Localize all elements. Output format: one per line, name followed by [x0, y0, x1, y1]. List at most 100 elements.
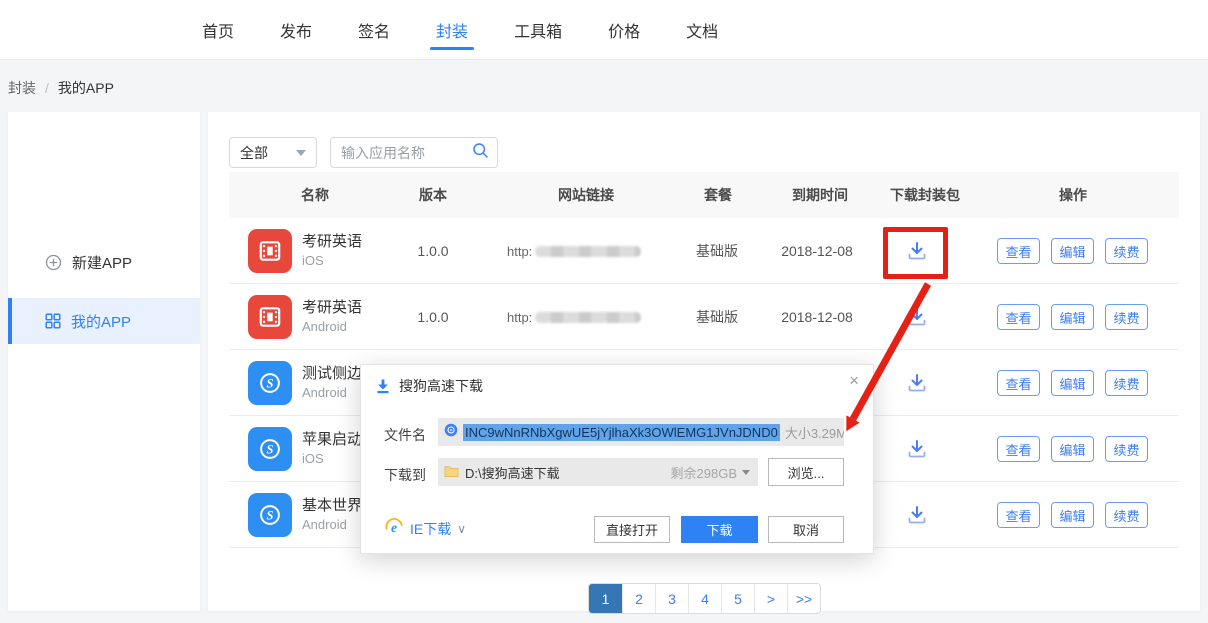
dialog-title: 搜狗高速下载	[399, 376, 483, 396]
edit-button[interactable]: 编辑	[1051, 238, 1094, 264]
row-actions: 查看 编辑 续费	[997, 502, 1148, 528]
cancel-button[interactable]: 取消	[768, 516, 844, 543]
page-button-1[interactable]: 1	[589, 584, 622, 613]
nav-item-price[interactable]: 价格	[608, 0, 640, 59]
download-package-button[interactable]	[905, 305, 929, 329]
sogou-app-icon: S	[248, 361, 292, 405]
nav-item-package[interactable]: 封装	[436, 0, 468, 59]
view-button[interactable]: 查看	[997, 304, 1040, 330]
column-header-package: 套餐	[704, 172, 732, 218]
link-scheme: http:	[507, 310, 532, 325]
filename-selected-text: INC9wNnRNbXgwUE5jYjlhaXk3OWlEMG1JVnJDND0	[463, 424, 780, 441]
close-icon[interactable]: ×	[849, 372, 859, 389]
column-header-name: 名称	[301, 172, 329, 218]
browse-button[interactable]: 浏览...	[768, 458, 844, 486]
sogou-app-icon: S	[248, 427, 292, 471]
link-scheme: http:	[507, 244, 532, 259]
app-name: 苹果启动	[302, 430, 362, 450]
app-name: 考研英语	[302, 232, 362, 252]
nav-item-publish[interactable]: 发布	[280, 0, 312, 59]
plan-name: 基础版	[696, 284, 738, 350]
website-link: http:	[507, 218, 641, 284]
sidebar-item-label: 我的APP	[71, 311, 131, 332]
nav-item-sign[interactable]: 签名	[358, 0, 390, 59]
page-button-4[interactable]: 4	[688, 584, 721, 613]
download-button[interactable]: 下载	[681, 516, 758, 543]
download-package-button[interactable]	[905, 503, 929, 527]
app-name: 考研英语	[302, 298, 362, 318]
row-actions: 查看 编辑 续费	[997, 436, 1148, 462]
download-package-button[interactable]	[905, 371, 929, 395]
sidebar-item-label: 新建APP	[72, 252, 132, 273]
app-name: 测试侧边	[302, 364, 362, 384]
filename-input[interactable]: INC9wNnRNbXgwUE5jYjlhaXk3OWlEMG1JVnJDND0…	[438, 418, 844, 446]
edit-button[interactable]: 编辑	[1051, 436, 1094, 462]
nav-item-label: 工具箱	[514, 18, 562, 42]
ie-icon: e	[384, 517, 404, 540]
view-button[interactable]: 查看	[997, 370, 1040, 396]
column-header-version: 版本	[419, 172, 447, 218]
nav-item-label: 价格	[608, 18, 640, 42]
annotation-red-box	[883, 227, 948, 279]
pagination: 1 2 3 4 5 > >>	[588, 583, 821, 614]
edit-button[interactable]: 编辑	[1051, 502, 1094, 528]
open-directly-button[interactable]: 直接打开	[594, 516, 670, 543]
row-actions: 查看 编辑 续费	[997, 238, 1148, 264]
search-box	[330, 137, 498, 168]
svg-text:e: e	[391, 520, 397, 535]
page-button-2[interactable]: 2	[622, 584, 655, 613]
edit-button[interactable]: 编辑	[1051, 370, 1094, 396]
breadcrumb-current: 我的APP	[58, 78, 114, 98]
renew-button[interactable]: 续费	[1105, 370, 1148, 396]
sogou-app-icon: S	[248, 493, 292, 537]
nav-item-docs[interactable]: 文档	[686, 0, 718, 59]
film-app-icon	[248, 229, 292, 273]
expiry-date: 2018-12-08	[781, 284, 853, 350]
search-icon[interactable]	[472, 142, 489, 164]
column-header-link: 网站链接	[558, 172, 614, 218]
sidebar-item-my-app[interactable]: 我的APP	[8, 298, 200, 344]
renew-button[interactable]: 续费	[1105, 304, 1148, 330]
page-button-5[interactable]: 5	[721, 584, 754, 613]
destination-label: 下载到	[384, 465, 426, 485]
renew-button[interactable]: 续费	[1105, 436, 1148, 462]
row-actions: 查看 编辑 续费	[997, 370, 1148, 396]
dialog-title-bar: 搜狗高速下载	[375, 376, 483, 396]
app-root: 首页 发布 签名 封装 工具箱 价格 文档 封装 / 我的APP 新建APP 我…	[0, 0, 1208, 623]
breadcrumb-package-link[interactable]: 封装	[8, 78, 36, 98]
app-name-block: 基本世界 Android	[302, 496, 362, 534]
destination-dropdown[interactable]: D:\搜狗高速下载 剩余298GB	[438, 458, 758, 486]
next-page-button[interactable]: >	[754, 584, 787, 613]
nav-item-home[interactable]: 首页	[202, 0, 234, 59]
edit-button[interactable]: 编辑	[1051, 304, 1094, 330]
app-platform: Android	[302, 516, 362, 534]
film-app-icon	[248, 295, 292, 339]
page-button-3[interactable]: 3	[655, 584, 688, 613]
breadcrumb: 封装 / 我的APP	[8, 78, 114, 98]
blurred-url	[535, 312, 641, 323]
app-version: 1.0.0	[417, 218, 448, 284]
renew-button[interactable]: 续费	[1105, 238, 1148, 264]
download-package-button[interactable]	[905, 437, 929, 461]
column-header-download: 下载封装包	[890, 172, 960, 218]
chevron-down-icon	[742, 470, 750, 475]
grid-icon	[45, 313, 61, 329]
svg-text:S: S	[267, 509, 274, 523]
ie-download-toggle[interactable]: e IE下载 ∨	[384, 517, 466, 540]
search-input[interactable]	[341, 145, 472, 161]
nav-item-toolbox[interactable]: 工具箱	[514, 0, 562, 59]
chevron-down-icon	[296, 150, 306, 156]
sidebar-item-new-app[interactable]: 新建APP	[8, 240, 200, 284]
view-button[interactable]: 查看	[997, 436, 1040, 462]
type-filter-value: 全部	[240, 143, 268, 163]
last-page-button[interactable]: >>	[787, 584, 820, 613]
nav-item-label: 发布	[280, 18, 312, 42]
view-button[interactable]: 查看	[997, 502, 1040, 528]
view-button[interactable]: 查看	[997, 238, 1040, 264]
top-nav: 首页 发布 签名 封装 工具箱 价格 文档	[0, 0, 1208, 60]
renew-button[interactable]: 续费	[1105, 502, 1148, 528]
free-space-text: 剩余298GB	[671, 463, 737, 482]
column-header-actions: 操作	[1059, 172, 1087, 218]
app-name-block: 苹果启动 iOS	[302, 430, 362, 468]
type-filter-dropdown[interactable]: 全部	[229, 137, 317, 168]
